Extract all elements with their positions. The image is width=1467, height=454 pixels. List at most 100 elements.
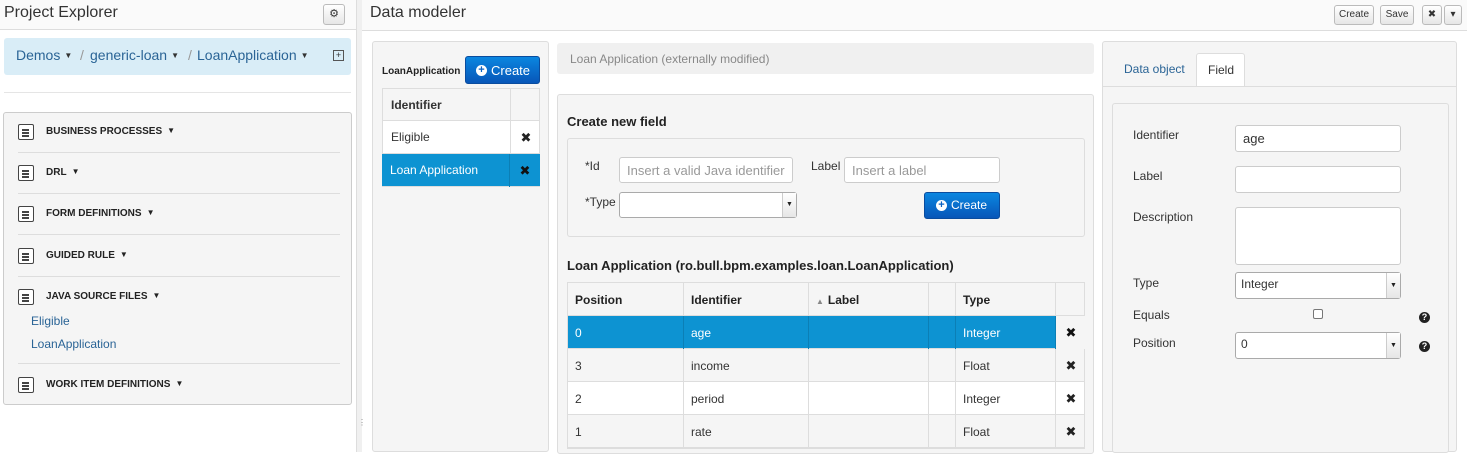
object-name: Loan Application (382, 154, 510, 187)
table-row[interactable]: 1 rate Float ✖ (568, 415, 1084, 448)
tab-data-object[interactable]: Data object (1113, 53, 1196, 87)
help-icon[interactable]: ? (1419, 312, 1430, 323)
column-header-type[interactable]: Type (956, 283, 1056, 316)
category-label: GUIDED RULE ▼ (46, 250, 128, 261)
breadcrumb-separator: / (80, 47, 84, 63)
header-create-button[interactable]: Create (1334, 5, 1374, 25)
object-name: Eligible (383, 121, 511, 154)
table-row[interactable]: Loan Application ✖ (382, 154, 540, 187)
close-icon: ✖ (1427, 9, 1437, 20)
column-header-identifier[interactable]: Identifier (684, 283, 809, 316)
position-select[interactable]: 0 ▼ (1235, 332, 1401, 359)
data-object-table: Identifier Eligible ✖ Loan Application ✖ (382, 88, 540, 187)
column-header-position[interactable]: Position (568, 283, 684, 316)
equals-checkbox[interactable] (1313, 309, 1323, 319)
table-row[interactable]: Eligible ✖ (382, 121, 540, 154)
gear-icon: ⚙ (329, 8, 339, 20)
column-header-actions (511, 89, 541, 122)
delete-icon[interactable]: ✖ (1056, 349, 1086, 382)
caret-down-icon: ▼ (171, 51, 179, 60)
java-file-loanapplication[interactable]: LoanApplication (31, 337, 116, 351)
form-definition-icon (18, 206, 34, 222)
divider (18, 234, 340, 235)
tab-field[interactable]: Field (1196, 53, 1245, 87)
id-input[interactable] (619, 157, 793, 183)
cell-position: 2 (568, 382, 684, 415)
caret-down-icon: ▼ (300, 51, 309, 60)
category-label: BUSINESS PROCESSES ▼ (46, 126, 175, 137)
data-object-list-panel: LoanApplication + Create Identifier Elig… (372, 41, 549, 452)
data-object-list-title: LoanApplication (382, 66, 461, 77)
divider (18, 152, 340, 153)
cell-type: Integer (956, 382, 1056, 415)
type-select-value: Integer (1241, 277, 1279, 291)
sort-ascending-icon: ▲ (816, 297, 824, 306)
breadcrumb-label: LoanApplication (197, 47, 297, 63)
cell-label (809, 316, 929, 349)
identifier-input[interactable] (1235, 125, 1401, 152)
project-explorer-header: Project Explorer ⚙ (0, 0, 356, 30)
caret-down-icon: ▾ (1450, 9, 1456, 20)
close-button[interactable]: ✖ (1422, 5, 1442, 25)
header-menu-button[interactable]: ▾ (1444, 5, 1462, 25)
caret-down-icon: ▼ (119, 250, 128, 259)
cell-position: 0 (568, 316, 684, 349)
breadcrumb-label: Demos (16, 47, 61, 63)
properties-panel: Data object Field Identifier Label Descr… (1102, 41, 1457, 453)
label-input[interactable] (1235, 166, 1401, 193)
description-label: Description (1133, 210, 1194, 224)
java-file-eligible[interactable]: Eligible (31, 314, 70, 328)
fields-table: Position Identifier ▲ Label Type 0 age In… (567, 282, 1086, 449)
breadcrumb-item-organization[interactable]: Demos ▼ (16, 47, 72, 63)
category-label-text: WORK ITEM DEFINITIONS (46, 379, 171, 390)
category-label-text: FORM DEFINITIONS (46, 208, 142, 219)
delete-icon[interactable]: ✖ (1056, 316, 1086, 349)
explorer-settings-button[interactable]: ⚙ (323, 4, 345, 25)
divider (4, 92, 351, 93)
breadcrumb-separator: / (188, 47, 192, 63)
chevron-down-icon: ▼ (782, 193, 796, 217)
cell-type: Float (956, 415, 1056, 448)
type-select[interactable]: ▼ (619, 192, 797, 218)
breadcrumb-item-repository[interactable]: generic-loan ▼ (90, 47, 179, 63)
delete-icon[interactable]: ✖ (1056, 415, 1086, 448)
object-status-text: Loan Application (externally modified) (570, 52, 770, 66)
breadcrumb-item-project[interactable]: LoanApplication ▼ (197, 47, 309, 63)
cell-spacer (929, 349, 956, 382)
label-label: Label (1133, 169, 1163, 183)
type-label: *Type (585, 195, 616, 209)
delete-icon[interactable]: ✖ (1056, 382, 1086, 415)
table-row[interactable]: 0 age Integer ✖ (568, 316, 1086, 349)
category-label: JAVA SOURCE FILES ▼ (46, 291, 160, 302)
category-label: DRL ▼ (46, 167, 79, 178)
cell-position: 3 (568, 349, 684, 382)
plus-circle-icon: + (936, 200, 947, 211)
help-icon[interactable]: ? (1419, 341, 1430, 352)
cell-label (809, 349, 929, 382)
column-header-label[interactable]: ▲ Label (809, 283, 929, 316)
category-label-text: JAVA SOURCE FILES (46, 291, 148, 302)
equals-label: Equals (1133, 308, 1170, 322)
data-modeler-panel: Data modeler Create Save ✖ ▾ LoanApplica… (362, 0, 1467, 454)
cell-label (809, 415, 929, 448)
description-textarea[interactable] (1235, 207, 1401, 265)
create-field-button[interactable]: + Create (924, 192, 1000, 219)
java-source-icon (18, 289, 34, 305)
label-input[interactable] (844, 157, 1000, 183)
table-row[interactable]: 2 period Integer ✖ (568, 382, 1084, 415)
divider (18, 363, 340, 364)
divider (18, 193, 340, 194)
expand-plus-icon[interactable]: + (333, 50, 344, 61)
delete-icon[interactable]: ✖ (510, 154, 540, 187)
type-select[interactable]: Integer ▼ (1235, 272, 1401, 299)
cell-spacer (929, 316, 956, 349)
create-object-button[interactable]: + Create (465, 56, 540, 84)
header-save-button[interactable]: Save (1380, 5, 1414, 25)
table-row[interactable]: 3 income Float ✖ (568, 349, 1084, 382)
caret-down-icon: ▼ (146, 208, 155, 217)
delete-icon[interactable]: ✖ (511, 121, 541, 154)
caret-down-icon: ▼ (152, 291, 161, 300)
caret-down-icon: ▼ (64, 51, 73, 60)
create-field-form: *Id Label *Type ▼ + Create (567, 138, 1085, 237)
plus-circle-icon: + (476, 65, 487, 76)
